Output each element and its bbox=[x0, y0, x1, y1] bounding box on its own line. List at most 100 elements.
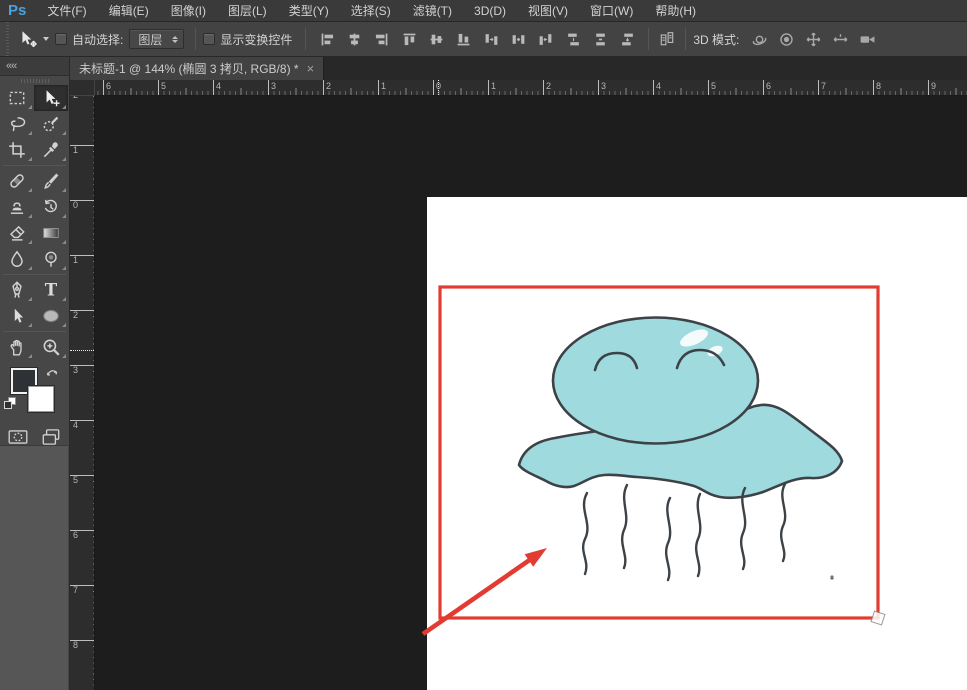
show-transform-checkbox[interactable] bbox=[203, 33, 215, 45]
horizontal-ruler[interactable]: 6543210123456789 bbox=[95, 80, 967, 96]
tool-separator bbox=[3, 274, 66, 275]
distribute-group-2 bbox=[562, 28, 638, 50]
distribute-group-1 bbox=[480, 28, 556, 50]
3d-orbit-icon[interactable] bbox=[748, 28, 770, 50]
rectangular-marquee-tool[interactable] bbox=[0, 85, 34, 111]
hand-tool[interactable] bbox=[0, 334, 34, 360]
ruler-tick-label: 1 bbox=[381, 81, 386, 91]
distribute-left-edges-icon[interactable] bbox=[562, 28, 584, 50]
align-right-edges-icon[interactable] bbox=[370, 28, 392, 50]
pasteboard bbox=[95, 96, 967, 690]
align-left-edges-icon[interactable] bbox=[316, 28, 338, 50]
lasso-tool[interactable] bbox=[0, 111, 34, 137]
options-bar-grip[interactable] bbox=[0, 22, 9, 56]
auto-align-layers-icon[interactable] bbox=[656, 28, 678, 50]
history-brush-tool[interactable] bbox=[34, 194, 68, 220]
auto-select-checkbox[interactable] bbox=[55, 33, 67, 45]
align-edges-group-2 bbox=[398, 28, 474, 50]
tool-separator bbox=[3, 165, 66, 166]
swap-colors-icon[interactable] bbox=[44, 366, 60, 383]
menu-help[interactable]: 帮助(H) bbox=[644, 0, 707, 22]
brush-tool[interactable] bbox=[34, 168, 68, 194]
auto-select-label: 自动选择: bbox=[72, 31, 123, 48]
jellyfish-head bbox=[553, 318, 758, 444]
collapse-chevrons-icon[interactable]: «« bbox=[0, 57, 69, 76]
tab-close-icon[interactable]: × bbox=[307, 62, 315, 75]
ruler-tick-label: 0 bbox=[73, 200, 78, 210]
menu-layer[interactable]: 图层(L) bbox=[217, 0, 278, 22]
document-tab-bar: 未标题-1 @ 144% (椭圆 3 拷贝, RGB/8) * × bbox=[70, 57, 967, 80]
3d-camera-icon[interactable] bbox=[856, 28, 878, 50]
path-selection-tool[interactable] bbox=[0, 303, 34, 329]
mode-3d-label: 3D 模式: bbox=[693, 31, 739, 48]
ruler-origin-corner[interactable] bbox=[70, 80, 95, 96]
ruler-tick-label: 7 bbox=[73, 585, 78, 595]
ellipse-shape-tool[interactable] bbox=[34, 303, 68, 329]
menu-file[interactable]: 文件(F) bbox=[36, 0, 97, 22]
dodge-tool[interactable] bbox=[34, 246, 68, 272]
menu-view[interactable]: 视图(V) bbox=[517, 0, 579, 22]
ruler-tick-label: 3 bbox=[73, 365, 78, 375]
auto-select-target-dropdown[interactable]: 图层 bbox=[129, 29, 184, 49]
3d-pan-icon[interactable] bbox=[802, 28, 824, 50]
distribute-horizontal-centers-icon[interactable] bbox=[589, 28, 611, 50]
ruler-tick-label: 1 bbox=[73, 255, 78, 265]
ruler-tick-label: 2 bbox=[326, 81, 331, 91]
tool-preset-caret-icon[interactable] bbox=[43, 37, 49, 41]
menu-edit[interactable]: 编辑(E) bbox=[98, 0, 160, 22]
gradient-tool[interactable] bbox=[34, 220, 68, 246]
separator bbox=[648, 28, 649, 50]
ruler-tick-label: 9 bbox=[931, 81, 936, 91]
align-bottom-edges-icon[interactable] bbox=[452, 28, 474, 50]
ruler-tick-label: 4 bbox=[73, 420, 78, 430]
default-swatches-icon[interactable] bbox=[3, 396, 18, 414]
align-vertical-centers-icon[interactable] bbox=[425, 28, 447, 50]
background-color-swatch[interactable] bbox=[28, 386, 54, 412]
toolbox-bottom-icons bbox=[0, 418, 69, 448]
ruler-tick-label: 1 bbox=[73, 145, 78, 155]
blur-tool[interactable] bbox=[0, 246, 34, 272]
menu-type[interactable]: 类型(Y) bbox=[278, 0, 340, 22]
menu-filter[interactable]: 滤镜(T) bbox=[402, 0, 463, 22]
move-tool-icon bbox=[17, 28, 39, 50]
3d-roll-icon[interactable] bbox=[775, 28, 797, 50]
pen-tool[interactable] bbox=[0, 277, 34, 303]
mode-3d-group bbox=[748, 28, 878, 50]
toolbox-grip-dots[interactable] bbox=[0, 76, 69, 85]
separator bbox=[195, 28, 196, 50]
quick-selection-tool[interactable] bbox=[34, 111, 68, 137]
document-tab[interactable]: 未标题-1 @ 144% (椭圆 3 拷贝, RGB/8) * × bbox=[70, 57, 324, 80]
align-horizontal-centers-icon[interactable] bbox=[343, 28, 365, 50]
ruler-tick-label: 1 bbox=[491, 81, 496, 91]
distribute-right-edges-icon[interactable] bbox=[616, 28, 638, 50]
align-edges-group bbox=[316, 28, 392, 50]
type-tool[interactable]: T bbox=[34, 277, 68, 303]
panel-background bbox=[0, 445, 68, 690]
distribute-bottom-edges-icon[interactable] bbox=[534, 28, 556, 50]
distribute-vertical-centers-icon[interactable] bbox=[507, 28, 529, 50]
ruler-tick-label: 4 bbox=[656, 81, 661, 91]
menu-window[interactable]: 窗口(W) bbox=[579, 0, 644, 22]
clone-stamp-tool[interactable] bbox=[0, 194, 34, 220]
eraser-tool[interactable] bbox=[0, 220, 34, 246]
align-top-edges-icon[interactable] bbox=[398, 28, 420, 50]
distribute-top-edges-icon[interactable] bbox=[480, 28, 502, 50]
svg-text:T: T bbox=[45, 280, 58, 300]
menu-image[interactable]: 图像(I) bbox=[160, 0, 217, 22]
zoom-tool[interactable] bbox=[34, 334, 68, 360]
ruler-tick-label: 3 bbox=[271, 81, 276, 91]
tool-separator bbox=[3, 331, 66, 332]
move-tool[interactable] bbox=[34, 85, 68, 111]
3d-slide-icon[interactable] bbox=[829, 28, 851, 50]
document-canvas[interactable] bbox=[427, 197, 967, 690]
ruler-tick-label: 2 bbox=[73, 96, 78, 100]
vertical-ruler[interactable]: 21012345678 bbox=[70, 96, 95, 690]
crop-tool[interactable] bbox=[0, 137, 34, 163]
eyedropper-tool[interactable] bbox=[34, 137, 68, 163]
ruler-tick-label: 3 bbox=[601, 81, 606, 91]
toolbox-panel: «« bbox=[0, 57, 70, 690]
menu-3d[interactable]: 3D(D) bbox=[463, 0, 517, 22]
cursor-position-marker-v bbox=[70, 350, 94, 351]
menu-select[interactable]: 选择(S) bbox=[340, 0, 402, 22]
spot-healing-brush-tool[interactable] bbox=[0, 168, 34, 194]
